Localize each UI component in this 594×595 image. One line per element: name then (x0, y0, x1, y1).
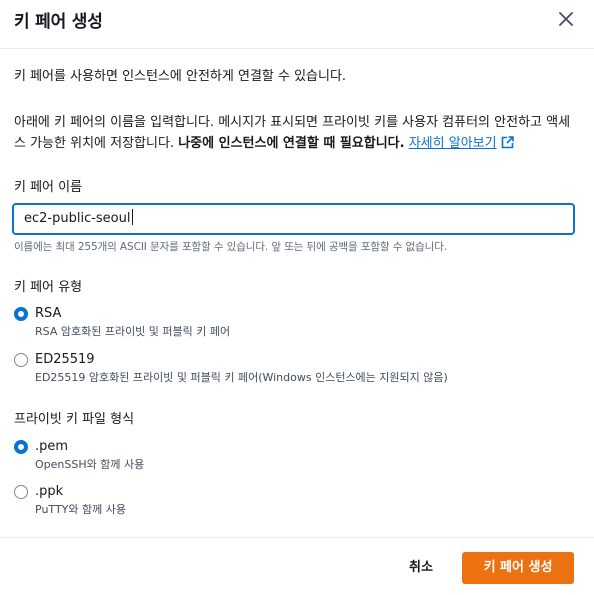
key-name-hint: 이름에는 최대 255개의 ASCII 문자를 포함할 수 있습니다. 앞 또는… (14, 241, 448, 253)
close-button[interactable] (556, 9, 576, 29)
key-name-value: ec2-public-seoul (24, 211, 131, 226)
intro-text: 키 페어를 사용하면 인스턴스에 안전하게 연결할 수 있습니다. (14, 69, 347, 84)
radio-ed25519-description: ED25519 암호화된 프라이빗 및 퍼블릭 키 페어(Windows 인스턴… (35, 371, 448, 384)
radio-rsa-label: RSA (35, 306, 62, 321)
create-key-pair-button[interactable]: 키 페어 생성 (462, 552, 574, 584)
radio-ppk-label: .ppk (35, 484, 64, 499)
description-bold: 나중에 인스턴스에 연결할 때 필요합니다. (178, 136, 405, 151)
file-format-label: 프라이빗 키 파일 형식 (14, 412, 135, 427)
radio-rsa-description: RSA 암호화된 프라이빗 및 퍼블릭 키 페어 (35, 325, 231, 338)
radio-unselected-icon (14, 353, 28, 367)
radio-selected-icon (14, 440, 28, 454)
cancel-button[interactable]: 취소 (394, 552, 448, 584)
text-caret (131, 209, 133, 225)
radio-ppk-description: PuTTY와 함께 사용 (35, 503, 126, 516)
radio-ed25519-label: ED25519 (35, 352, 95, 367)
key-type-label: 키 페어 유형 (14, 280, 83, 295)
radio-pem-description: OpenSSH와 함께 사용 (35, 458, 145, 471)
close-icon (559, 12, 573, 26)
description: 아래에 키 페어의 이름을 입력합니다. 메시지가 표시되면 프라이빗 키를 사… (14, 112, 580, 154)
key-name-label: 키 페어 이름 (14, 180, 83, 195)
learn-more-label: 자세히 알아보기 (408, 136, 497, 151)
radio-pem-label: .pem (35, 439, 69, 454)
dialog-title: 키 페어 생성 (14, 12, 103, 32)
radio-unselected-icon (14, 485, 28, 499)
learn-more-link[interactable]: 자세히 알아보기 (409, 136, 497, 151)
key-name-input[interactable]: ec2-public-seoul (12, 203, 575, 235)
external-link-icon[interactable] (501, 136, 514, 149)
dialog-header: 키 페어 생성 (0, 0, 594, 49)
radio-selected-icon (14, 307, 28, 321)
